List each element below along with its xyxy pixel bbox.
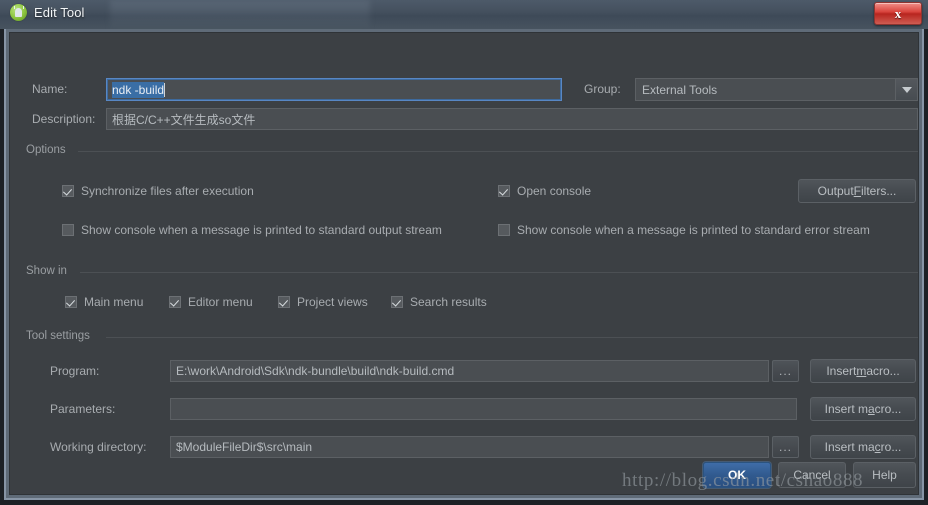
group-dropdown-value: External Tools <box>642 82 718 97</box>
ok-button[interactable]: OK <box>703 462 771 488</box>
cancel-button-label: Cancel <box>793 468 831 482</box>
show-in-group-rule <box>80 272 918 273</box>
program-input-value: E:\work\Android\Sdk\ndk-bundle\build\ndk… <box>176 364 455 378</box>
macro-mnemonic: a <box>867 402 875 416</box>
macro-post: cro... <box>874 402 902 416</box>
working-directory-label: Working directory: <box>50 440 147 454</box>
tool-settings-group-title: Tool settings <box>26 330 96 342</box>
options-group-title: Options <box>26 144 72 156</box>
checkbox-box <box>391 296 403 308</box>
checkbox-box <box>62 224 74 236</box>
text-caret <box>164 82 166 97</box>
checkbox-show-console-stderr[interactable]: Show console when a message is printed t… <box>498 223 870 237</box>
name-label: Name: <box>32 82 68 96</box>
title-bar: Edit Tool x <box>0 0 928 29</box>
parameters-input[interactable] <box>170 398 797 420</box>
checkbox-synchronize-files[interactable]: Synchronize files after execution <box>62 184 254 198</box>
macro-mnemonic: m <box>856 364 867 378</box>
checkbox-box <box>169 296 181 308</box>
description-input-value: 根据C/C++文件生成so文件 <box>112 112 256 127</box>
close-icon: x <box>894 6 902 21</box>
checkbox-label: Search results <box>410 295 487 309</box>
checkbox-project-views[interactable]: Project views <box>278 295 368 309</box>
checkbox-editor-menu[interactable]: Editor menu <box>169 295 253 309</box>
program-input[interactable]: E:\work\Android\Sdk\ndk-bundle\build\ndk… <box>170 360 769 382</box>
dialog-frame: Name: ndk -build Group: External Tools D… <box>4 29 924 500</box>
working-directory-browse-button[interactable]: ... <box>772 436 799 458</box>
checkbox-label: Project views <box>297 295 368 309</box>
options-group-rule <box>78 151 918 152</box>
macro-pre: Insert ma <box>824 440 875 454</box>
name-input[interactable]: ndk -build <box>106 78 562 101</box>
window-title: Edit Tool <box>34 5 85 20</box>
checkbox-label: Open console <box>517 184 592 198</box>
output-filters-mnemonic: F <box>853 184 862 198</box>
parameters-label: Parameters: <box>50 402 116 416</box>
close-button[interactable]: x <box>874 2 922 25</box>
cancel-button[interactable]: Cancel <box>778 462 846 488</box>
working-directory-input[interactable]: $ModuleFileDir$\src\main <box>170 436 769 458</box>
macro-pre: Insert <box>826 364 857 378</box>
name-input-value: ndk -build <box>112 81 165 98</box>
help-button-label: Help <box>872 468 897 482</box>
checkbox-box <box>62 185 74 197</box>
program-browse-button[interactable]: ... <box>772 360 799 382</box>
chevron-down-icon[interactable] <box>895 79 917 100</box>
checkbox-box <box>498 224 510 236</box>
working-directory-input-value: $ModuleFileDir$\src\main <box>176 440 313 454</box>
ok-button-label: OK <box>728 468 746 482</box>
help-button[interactable]: Help <box>853 462 916 488</box>
checkbox-main-menu[interactable]: Main menu <box>65 295 143 309</box>
group-label: Group: <box>584 82 621 96</box>
output-filters-button[interactable]: Output Filters... <box>798 179 916 203</box>
checkbox-label: Main menu <box>84 295 144 309</box>
macro-post: acro... <box>866 364 900 378</box>
ellipsis-icon: ... <box>778 440 792 454</box>
checkbox-show-console-stdout[interactable]: Show console when a message is printed t… <box>62 223 442 237</box>
checkbox-box <box>498 185 510 197</box>
program-insert-macro-button[interactable]: Insert m acro... <box>810 359 916 383</box>
output-filters-pre: Output <box>817 184 854 198</box>
show-in-group-title: Show in <box>26 265 73 277</box>
checkbox-label: Show console when a message is printed t… <box>81 223 442 237</box>
checkbox-label: Editor menu <box>188 295 253 309</box>
macro-post: ro... <box>880 440 902 454</box>
android-studio-icon <box>10 4 27 21</box>
checkbox-search-results[interactable]: Search results <box>391 295 487 309</box>
tool-settings-group-rule <box>106 337 918 338</box>
ellipsis-icon: ... <box>778 364 792 378</box>
checkbox-label: Synchronize files after execution <box>81 184 254 198</box>
group-dropdown[interactable]: External Tools <box>635 78 918 101</box>
program-label: Program: <box>50 364 100 378</box>
dialog-inner-border: Name: ndk -build Group: External Tools D… <box>6 29 922 498</box>
checkbox-box <box>65 296 77 308</box>
macro-pre: Insert m <box>824 402 868 416</box>
output-filters-post: ilters... <box>861 184 897 198</box>
dialog-content: Name: ndk -build Group: External Tools D… <box>9 32 919 495</box>
checkbox-label: Show console when a message is printed t… <box>517 223 870 237</box>
checkbox-open-console[interactable]: Open console <box>498 184 591 198</box>
working-directory-insert-macro-button[interactable]: Insert ma c ro... <box>810 435 916 459</box>
checkbox-box <box>278 296 290 308</box>
description-input[interactable]: 根据C/C++文件生成so文件 <box>106 108 918 130</box>
description-label: Description: <box>32 112 96 126</box>
parameters-insert-macro-button[interactable]: Insert m a cro... <box>810 397 916 421</box>
title-bar-left: Edit Tool <box>10 4 85 21</box>
edit-tool-window: Edit Tool x Name: ndk -build Group: Exte… <box>0 0 928 505</box>
